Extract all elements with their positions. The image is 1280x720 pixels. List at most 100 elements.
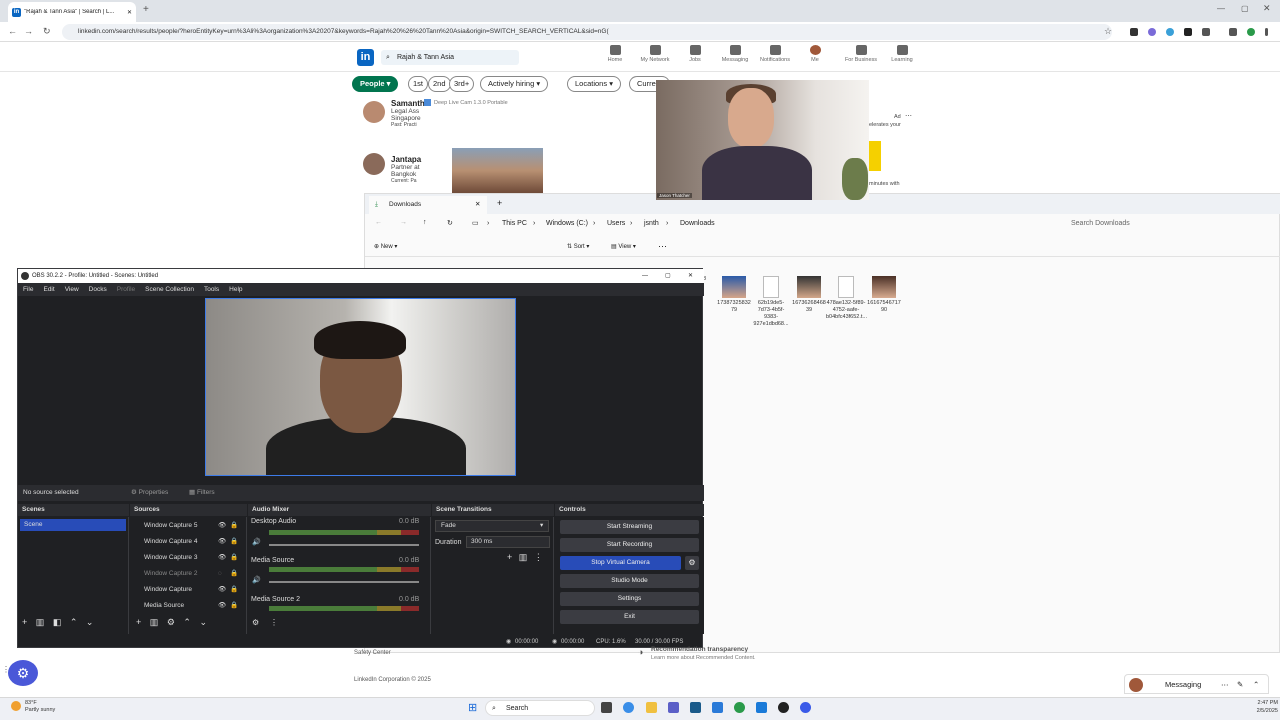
source-item[interactable]: Window Capture 5 👁 🔒 <box>134 519 239 533</box>
speaker-icon[interactable]: 🔊 <box>252 576 261 584</box>
volume-slider[interactable] <box>269 544 419 546</box>
up-icon[interactable]: ⌃ <box>183 617 191 627</box>
filter-icon[interactable]: ◧ <box>53 617 62 627</box>
file-item[interactable]: 478ae132-5f89-4752-aafe-b04bfc43f652.t..… <box>826 276 867 321</box>
taskbar-search[interactable]: ⌕ Search <box>485 700 595 716</box>
nav-me[interactable]: Me <box>795 45 835 63</box>
close-window-icon[interactable]: ✕ <box>1263 3 1271 14</box>
nav-for-business[interactable]: For Business <box>838 45 884 63</box>
down-icon[interactable]: ⌄ <box>199 617 207 627</box>
drag-handle-icon[interactable]: ⋮ <box>2 665 10 674</box>
linkedin-search-input[interactable]: ⌕ Rajah & Tann Asia <box>381 50 519 65</box>
linkedin-logo-icon[interactable]: in <box>357 49 374 66</box>
download-icon[interactable] <box>1229 28 1237 36</box>
compose-icon[interactable]: ✎ <box>1237 675 1243 695</box>
studio-mode-button[interactable]: Studio Mode <box>560 574 699 588</box>
profile-avatar[interactable] <box>1247 28 1255 36</box>
more-icon[interactable]: ⋯ <box>1221 675 1229 695</box>
settings-button[interactable]: Settings <box>560 592 699 606</box>
url-input[interactable]: linkedin.com/search/results/people/?hero… <box>62 24 1112 40</box>
menu-help[interactable]: Help <box>229 286 242 293</box>
edge-icon[interactable] <box>623 702 634 713</box>
refresh-icon[interactable]: ↻ <box>447 219 453 227</box>
nav-notifications[interactable]: Notifications <box>755 45 795 63</box>
source-item[interactable]: Window Capture 4 👁 🔒 <box>134 535 239 549</box>
gear-icon[interactable]: ⚙ <box>167 617 175 627</box>
new-tab-icon[interactable]: + <box>143 4 149 15</box>
menu-kebab-icon[interactable]: ⋮ <box>534 552 543 562</box>
close-tab-icon[interactable]: ✕ <box>475 196 480 214</box>
filter-actively-hiring[interactable]: Actively hiring ▾ <box>480 76 549 92</box>
extension-icon[interactable] <box>1166 28 1174 36</box>
source-item[interactable]: Window Capture 2 ◌ 🔒 <box>134 567 239 581</box>
menu-docks[interactable]: Docks <box>89 286 107 293</box>
eye-icon[interactable]: 👁 <box>218 599 226 613</box>
messaging-bar[interactable]: Messaging ⋯ ✎ ⌃ <box>1124 674 1269 694</box>
nav-learning[interactable]: Learning <box>882 45 922 63</box>
trash-icon[interactable]: ▥ <box>519 552 528 562</box>
result-name[interactable]: Samanth <box>391 99 425 108</box>
browser-tab[interactable]: in "Rajah & Tann Asia" | Search | L... ✕ <box>8 2 136 22</box>
properties-button[interactable]: ⚙ Properties <box>131 485 168 501</box>
lock-icon[interactable]: 🔒 <box>230 535 238 549</box>
filter-3rd[interactable]: 3rd+ <box>449 76 475 92</box>
menu-file[interactable]: File <box>23 286 33 293</box>
lock-icon[interactable]: 🔒 <box>230 583 238 597</box>
source-item[interactable]: Window Capture 👁 🔒 <box>134 583 239 597</box>
windows-start-icon[interactable]: ⊞ <box>468 701 477 714</box>
down-icon[interactable]: ⌄ <box>86 617 94 627</box>
maximize-icon[interactable]: ▢ <box>665 269 671 283</box>
lock-icon[interactable]: 🔒 <box>230 551 238 565</box>
menu-kebab-icon[interactable] <box>1265 28 1268 36</box>
breadcrumb-item[interactable]: This PC <box>502 220 527 227</box>
virtual-camera-settings-gear-icon[interactable]: ⚙ <box>685 556 699 570</box>
forward-icon[interactable]: → <box>400 219 407 226</box>
new-button[interactable]: ⊕ New ▾ <box>374 243 397 250</box>
weather-widget[interactable]: 83°F Partly sunny <box>11 700 55 714</box>
explorer-tab[interactable]: ⤓ Downloads ✕ <box>369 196 487 214</box>
eye-icon[interactable]: 👁 <box>218 551 226 565</box>
filters-button[interactable]: ▦ Filters <box>189 485 215 501</box>
start-streaming-button[interactable]: Start Streaming <box>560 520 699 534</box>
breadcrumb-item[interactable]: jsnth <box>644 220 659 227</box>
minimize-icon[interactable]: — <box>642 269 648 283</box>
stop-virtual-camera-button[interactable]: Stop Virtual Camera <box>560 556 681 570</box>
maximize-icon[interactable]: ▢ <box>1241 4 1249 13</box>
extension-camera-icon[interactable] <box>1130 28 1138 36</box>
breadcrumb-item[interactable]: Windows (C:) <box>546 220 588 227</box>
add-icon[interactable]: + <box>22 617 27 627</box>
app-icon[interactable] <box>690 702 701 713</box>
app-icon[interactable] <box>756 702 767 713</box>
menu-view[interactable]: View <box>65 286 79 293</box>
filter-2nd[interactable]: 2nd <box>428 76 451 92</box>
breadcrumb-item[interactable]: Downloads <box>680 220 715 227</box>
duration-input[interactable]: 300 ms <box>466 536 550 548</box>
app-icon[interactable] <box>800 702 811 713</box>
file-explorer-icon[interactable] <box>646 702 657 713</box>
footer-link[interactable]: Safety Center <box>354 650 391 656</box>
breadcrumb-item[interactable]: Users <box>607 220 625 227</box>
back-icon[interactable]: ← <box>375 219 382 226</box>
reload-icon[interactable]: ↻ <box>43 26 51 37</box>
result-name[interactable]: Jantapa <box>391 155 421 164</box>
transition-select[interactable]: Fade ▾ <box>435 520 549 532</box>
start-recording-button[interactable]: Start Recording <box>560 538 699 552</box>
menu-scene-collection[interactable]: Scene Collection <box>145 286 194 293</box>
back-icon[interactable]: ← <box>8 26 17 36</box>
chrome-icon[interactable] <box>734 702 745 713</box>
trash-icon[interactable]: ▥ <box>150 617 159 627</box>
menu-kebab-icon[interactable]: ⋮ <box>270 618 278 627</box>
chevron-up-icon[interactable]: ⌃ <box>1253 675 1259 695</box>
file-item[interactable]: 62b19de5-7d73-4b5f-9383-927e1dbd68... <box>751 276 791 328</box>
file-item[interactable]: 17387325832 79 <box>714 276 754 314</box>
close-icon[interactable]: ✕ <box>688 269 693 283</box>
floating-gear-icon[interactable]: ⚙ <box>8 660 38 686</box>
eye-icon[interactable]: 👁 <box>218 583 226 597</box>
add-icon[interactable]: + <box>136 617 141 627</box>
obs-preview[interactable] <box>205 298 516 476</box>
lock-icon[interactable]: 🔒 <box>230 567 238 581</box>
add-icon[interactable]: + <box>507 552 512 562</box>
obs-icon[interactable] <box>778 702 789 713</box>
bookmark-star-icon[interactable]: ☆ <box>1104 26 1112 37</box>
minimize-icon[interactable]: — <box>1217 4 1225 13</box>
